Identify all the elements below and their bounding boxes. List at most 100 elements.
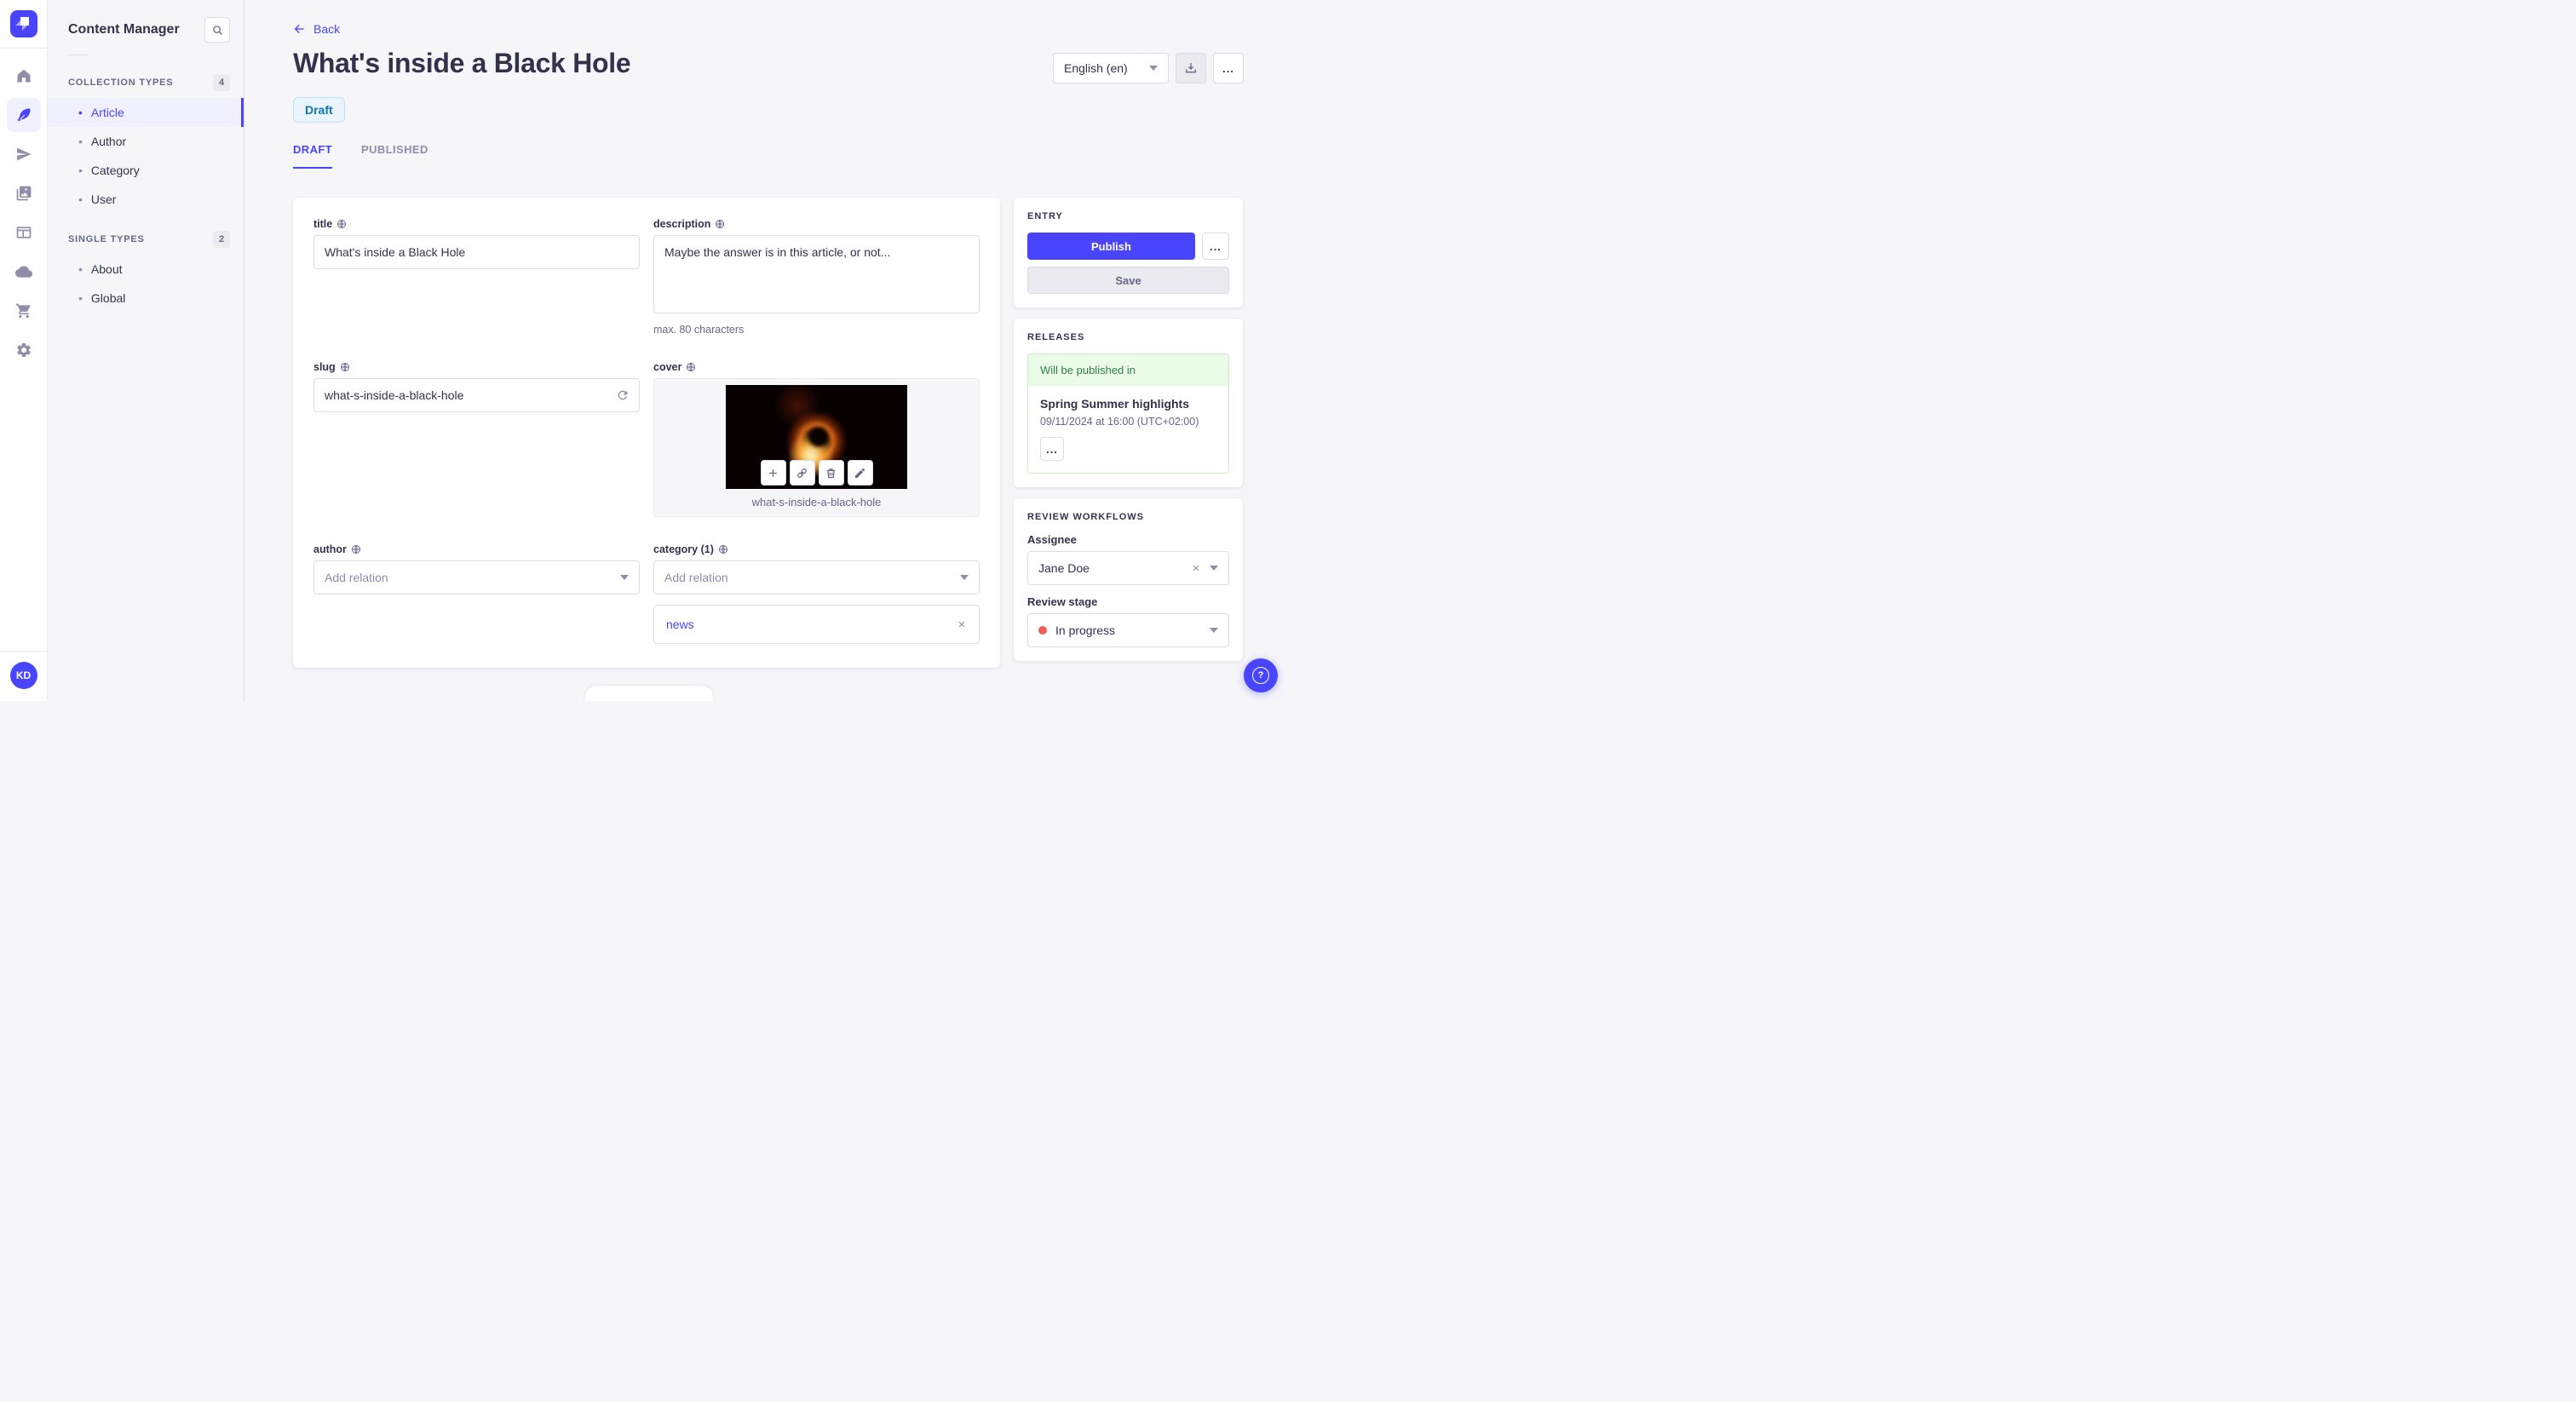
header-actions: English (en) ... xyxy=(1053,53,1244,83)
release-more-button[interactable]: ... xyxy=(1040,437,1064,461)
images-icon xyxy=(16,186,31,201)
review-stage-combobox[interactable]: In progress xyxy=(1027,613,1229,647)
review-panel-title: REVIEW WORKFLOWS xyxy=(1027,512,1144,522)
search-button[interactable] xyxy=(204,17,230,43)
collapsed-bottom-element[interactable] xyxy=(585,686,713,701)
header-more-button[interactable]: ... xyxy=(1213,53,1244,83)
assignee-combobox[interactable]: Jane Doe xyxy=(1027,551,1229,585)
description-textarea[interactable]: Maybe the answer is in this article, or … xyxy=(653,235,980,313)
copy-link-button[interactable] xyxy=(789,460,815,486)
bullet-icon: • xyxy=(78,135,83,148)
single-types-header: SINGLE TYPES xyxy=(68,234,145,244)
main-content: Back What's inside a Black Hole English … xyxy=(244,0,1288,701)
globe-icon xyxy=(716,220,725,228)
media-library-nav-button[interactable] xyxy=(7,176,41,210)
title-label: title xyxy=(313,218,333,230)
edit-media-button[interactable] xyxy=(847,460,873,486)
save-button[interactable]: Save xyxy=(1027,267,1229,294)
publish-button[interactable]: Publish xyxy=(1027,233,1195,260)
assignee-label: Assignee xyxy=(1027,533,1077,546)
author-relation-select[interactable]: Add relation xyxy=(313,560,640,595)
user-avatar[interactable]: KD xyxy=(9,662,37,689)
bullet-icon: • xyxy=(78,262,83,276)
content-manager-subnav: Content Manager COLLECTION TYPES 4 • Art… xyxy=(48,0,244,701)
back-link[interactable]: Back xyxy=(293,22,340,36)
category-relation-select[interactable]: Add relation xyxy=(653,560,980,595)
title-input[interactable] xyxy=(313,235,640,269)
home-nav-button[interactable] xyxy=(7,59,41,93)
strapi-logo[interactable] xyxy=(9,10,37,37)
feather-icon xyxy=(17,108,30,122)
entry-panel-title: ENTRY xyxy=(1027,211,1063,221)
bullet-icon: • xyxy=(78,192,83,206)
category-relation-item: news xyxy=(653,604,980,644)
help-button[interactable]: ? xyxy=(1244,658,1278,692)
strapi-logo-icon xyxy=(9,10,37,37)
content-type-builder-nav-button[interactable] xyxy=(7,215,41,250)
cover-label: cover xyxy=(653,361,682,374)
icon-rail: KD xyxy=(0,0,48,701)
link-icon xyxy=(797,468,807,478)
clear-assignee-button[interactable] xyxy=(1191,563,1201,573)
trash-icon xyxy=(826,468,836,478)
review-workflows-panel: REVIEW WORKFLOWS Assignee Jane Doe Revie… xyxy=(1014,498,1243,661)
field-slug: slug xyxy=(313,361,640,520)
entry-form-card: title description Maybe the answer is in… xyxy=(293,198,1000,668)
sidebar-item-user[interactable]: • User xyxy=(48,185,244,214)
sidebar-item-about[interactable]: • About xyxy=(48,255,244,284)
settings-nav-button[interactable] xyxy=(7,333,41,367)
marketplace-nav-button[interactable] xyxy=(7,294,41,328)
sidebar-item-category[interactable]: • Category xyxy=(48,156,244,185)
stage-dot-icon xyxy=(1038,626,1047,635)
ellipsis-icon: ... xyxy=(1222,61,1234,75)
field-title: title xyxy=(313,218,640,339)
release-date: 09/11/2024 at 16:00 (UTC+02:00) xyxy=(1040,416,1199,428)
rail-divider xyxy=(0,48,47,49)
tab-draft[interactable]: DRAFT xyxy=(293,143,333,169)
category-label: category (1) xyxy=(653,543,714,555)
field-cover: cover what-s-inside-a-black-hole xyxy=(653,361,980,520)
sidebar-item-article[interactable]: • Article xyxy=(48,98,244,127)
deploy-nav-button[interactable] xyxy=(7,137,41,171)
description-label: description xyxy=(653,218,711,230)
tab-published[interactable]: PUBLISHED xyxy=(361,143,428,169)
relation-link-news[interactable]: news xyxy=(666,618,694,631)
content-manager-nav-button[interactable] xyxy=(6,98,41,132)
status-badge: Draft xyxy=(293,97,345,123)
close-icon xyxy=(958,621,965,628)
release-name: Spring Summer highlights xyxy=(1040,397,1190,411)
entry-more-button[interactable]: ... xyxy=(1202,233,1229,260)
author-label: author xyxy=(313,543,347,555)
locale-select[interactable]: English (en) xyxy=(1053,53,1169,83)
remove-relation-button[interactable] xyxy=(957,619,967,629)
slug-input[interactable] xyxy=(313,378,640,413)
regenerate-slug-button[interactable] xyxy=(614,387,631,404)
description-helper: max. 80 characters xyxy=(653,324,745,336)
subnav-title: Content Manager xyxy=(68,22,180,37)
download-icon xyxy=(1186,63,1196,73)
home-icon xyxy=(17,69,30,83)
sidebar-item-label: Global xyxy=(90,291,126,305)
sidebar-item-author[interactable]: • Author xyxy=(48,127,244,156)
page-title: What's inside a Black Hole xyxy=(293,48,631,78)
gear-icon xyxy=(16,342,31,358)
chevron-down-icon xyxy=(1210,566,1218,571)
sidebar-item-label: Category xyxy=(90,164,140,177)
add-media-button[interactable] xyxy=(760,460,786,486)
sidebar-item-label: User xyxy=(90,192,117,206)
field-author: author Add relation xyxy=(313,543,640,647)
cloud-icon xyxy=(14,266,32,278)
sidebar-item-label: About xyxy=(90,262,123,276)
side-panels: ENTRY Publish ... Save RELEASES Will be … xyxy=(1014,198,1243,661)
export-button[interactable] xyxy=(1176,53,1206,83)
sidebar-item-global[interactable]: • Global xyxy=(48,284,244,313)
layout-icon xyxy=(16,227,31,238)
delete-media-button[interactable] xyxy=(818,460,844,486)
release-card: Will be published in Spring Summer highl… xyxy=(1027,353,1229,474)
review-stage-label: Review stage xyxy=(1027,595,1098,608)
cloud-nav-button[interactable] xyxy=(7,255,41,289)
bullet-icon: • xyxy=(78,291,83,305)
shopping-cart-icon xyxy=(15,303,31,319)
globe-icon xyxy=(340,363,349,372)
pencil-icon xyxy=(854,468,865,478)
